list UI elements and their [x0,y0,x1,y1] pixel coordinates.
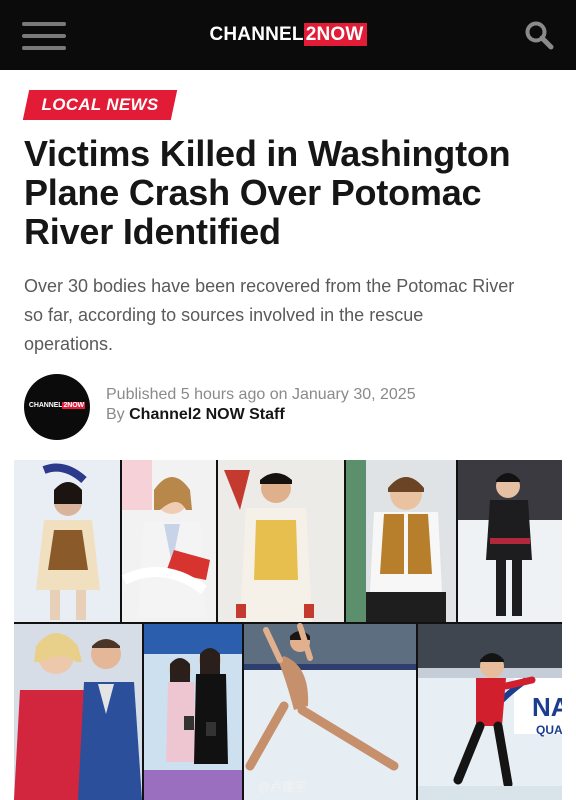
author-name[interactable]: Channel2 NOW Staff [129,406,285,423]
logo-highlight: 2NOW [303,23,367,46]
rink-banner-subtext: QUA [536,723,562,737]
logo-prefix: CHANNEL [209,24,304,45]
image-watermark: @卢建宇 [258,780,307,794]
photo-tile [121,460,216,622]
photo-tile: NA QUA [418,624,562,800]
article-headline: Victims Killed in Washington Plane Crash… [24,134,564,251]
photo-tile [458,460,562,622]
photo-tile [346,460,456,622]
avatar-logo-prefix: CHANNEL [28,402,63,409]
article-summary: Over 30 bodies have been recovered from … [24,272,564,359]
rink-banner-text: NA [532,692,562,722]
published-line: Published 5 hours ago on January 30, 202… [106,385,546,405]
published-date: January 30, 2025 [291,386,416,403]
photo-tile [218,460,344,622]
article-byline: Published 5 hours ago on January 30, 202… [106,385,546,425]
search-icon[interactable] [524,20,554,50]
author-line: By Channel2 NOW Staff [106,405,546,425]
photo-tile [144,624,242,800]
photo-tile [14,624,142,800]
photo-tile [14,460,120,622]
published-on: on [269,386,288,403]
author-avatar[interactable]: CHANNEL2NOW [24,374,90,440]
headline-line: Victims Killed in Washington [24,133,511,174]
summary-line: so far, according to sources involved in… [24,305,424,325]
headline-line: River Identified [24,211,281,252]
published-label: Published [106,386,177,403]
site-logo[interactable]: CHANNEL 2NOW [0,23,576,46]
photo-tile [244,623,416,800]
avatar-logo-highlight: 2NOW [62,402,86,409]
photo-collage-image[interactable]: NA QUA [14,460,562,800]
category-tag[interactable]: LOCAL NEWS [26,90,174,120]
summary-line: operations. [24,334,114,354]
top-navigation-bar: CHANNEL 2NOW [0,0,576,70]
avatar-logo: CHANNEL2NOW [24,402,90,409]
by-label: By [106,406,125,423]
headline-line: Plane Crash Over Potomac [24,172,482,213]
summary-line: Over 30 bodies have been recovered from … [24,276,515,296]
published-age: 5 hours ago [180,386,266,403]
